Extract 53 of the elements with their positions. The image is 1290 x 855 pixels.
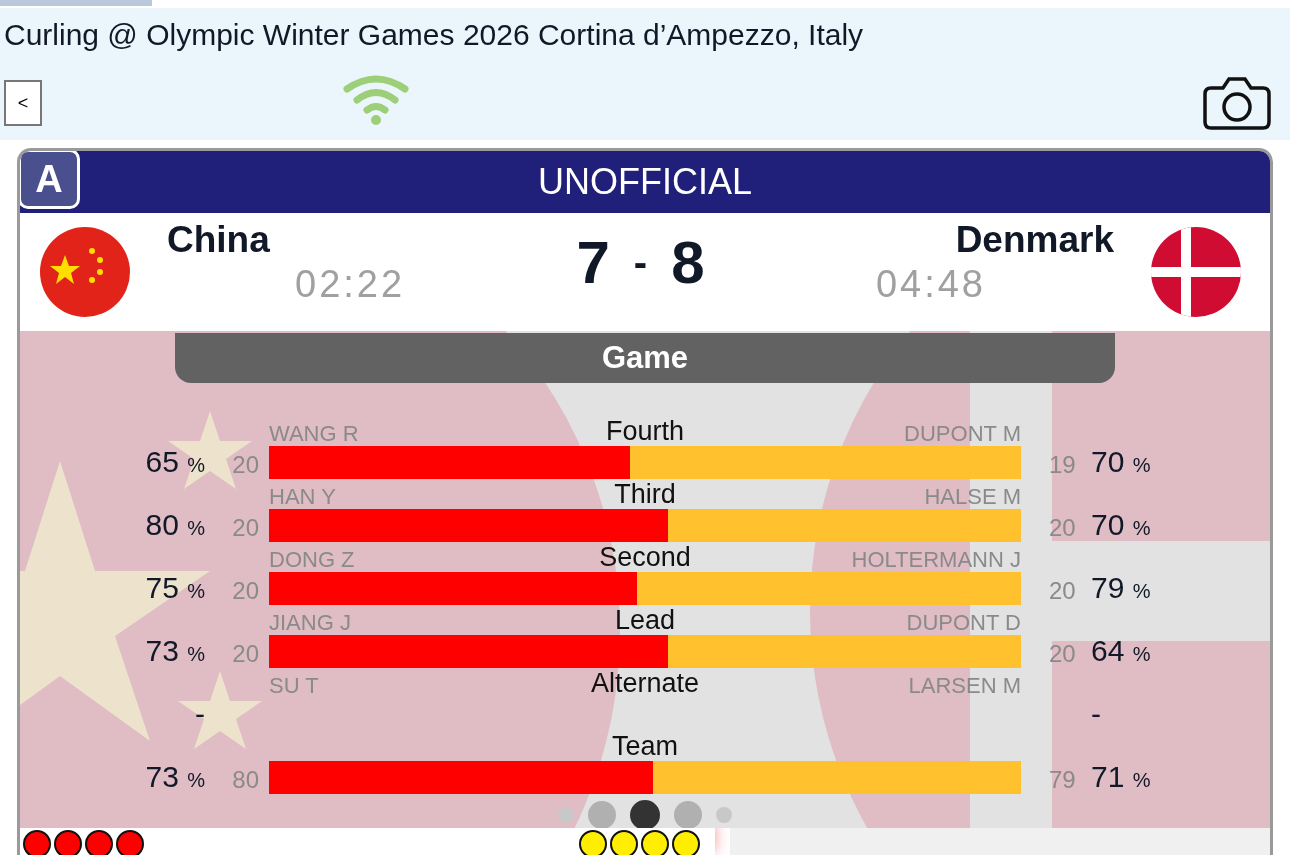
score-separator: -: [633, 239, 648, 285]
player-name: HALSE M: [923, 485, 1021, 509]
score: 7: [576, 227, 610, 297]
camera-icon[interactable]: [1203, 76, 1271, 130]
position-label: Team: [612, 731, 678, 761]
player-name: DONG Z: [269, 548, 356, 572]
shot-count: 19: [1049, 451, 1076, 479]
score: 8: [671, 227, 705, 297]
division-badge: A: [20, 151, 80, 209]
percentage: 70 %: [1091, 508, 1151, 542]
back-button[interactable]: <: [4, 80, 42, 126]
flag-icon: [40, 227, 130, 317]
status-label: UNOFFICIAL: [538, 161, 752, 203]
player-name: SU T: [269, 674, 320, 698]
shot-count: 20: [1049, 514, 1076, 542]
team-name: China: [167, 219, 271, 261]
shot-count: 20: [232, 577, 259, 605]
position-label: Lead: [614, 605, 676, 635]
shot-count: 79: [1049, 766, 1076, 794]
position-label: Second: [599, 542, 691, 572]
shot-count: 20: [1049, 577, 1076, 605]
player-name: LARSEN M: [907, 674, 1021, 698]
percentage: 70 %: [1091, 445, 1151, 479]
percentage: 73 %: [145, 634, 205, 668]
player-name: DUPONT D: [905, 611, 1021, 635]
player-name: JIANG J: [269, 611, 352, 635]
position-label: Third: [614, 479, 676, 509]
time-remaining: 04:48: [875, 263, 986, 306]
shot-count: 80: [232, 766, 259, 794]
shot-count: 20: [232, 514, 259, 542]
page-title: Curling @ Olympic Winter Games 2026 Cortina d’Ampezzo, Italy: [4, 17, 865, 53]
player-name: WANG R: [269, 422, 360, 446]
position-label: Alternate: [590, 668, 700, 698]
player-name: DUPONT M: [903, 422, 1021, 446]
percentage: 80 %: [145, 508, 205, 542]
percentage: 71 %: [1091, 760, 1151, 794]
shot-count: 20: [1049, 640, 1076, 668]
player-name: HAN Y: [269, 485, 337, 509]
percentage: 79 %: [1091, 571, 1151, 605]
shot-count: 20: [232, 640, 259, 668]
percentage: -: [1091, 697, 1101, 731]
percentage: 75 %: [145, 571, 205, 605]
percentage: -: [195, 697, 205, 731]
time-remaining: 02:22: [295, 263, 407, 306]
percentage: 64 %: [1091, 634, 1151, 668]
section-header: Game: [175, 333, 1115, 383]
shot-count: 20: [232, 451, 259, 479]
position-label: Fourth: [606, 416, 685, 446]
percentage: 65 %: [145, 445, 205, 479]
percentage: 73 %: [145, 760, 205, 794]
team-name: Denmark: [955, 219, 1114, 261]
wifi-icon: [343, 73, 409, 125]
player-name: HOLTERMANN J: [850, 548, 1021, 572]
